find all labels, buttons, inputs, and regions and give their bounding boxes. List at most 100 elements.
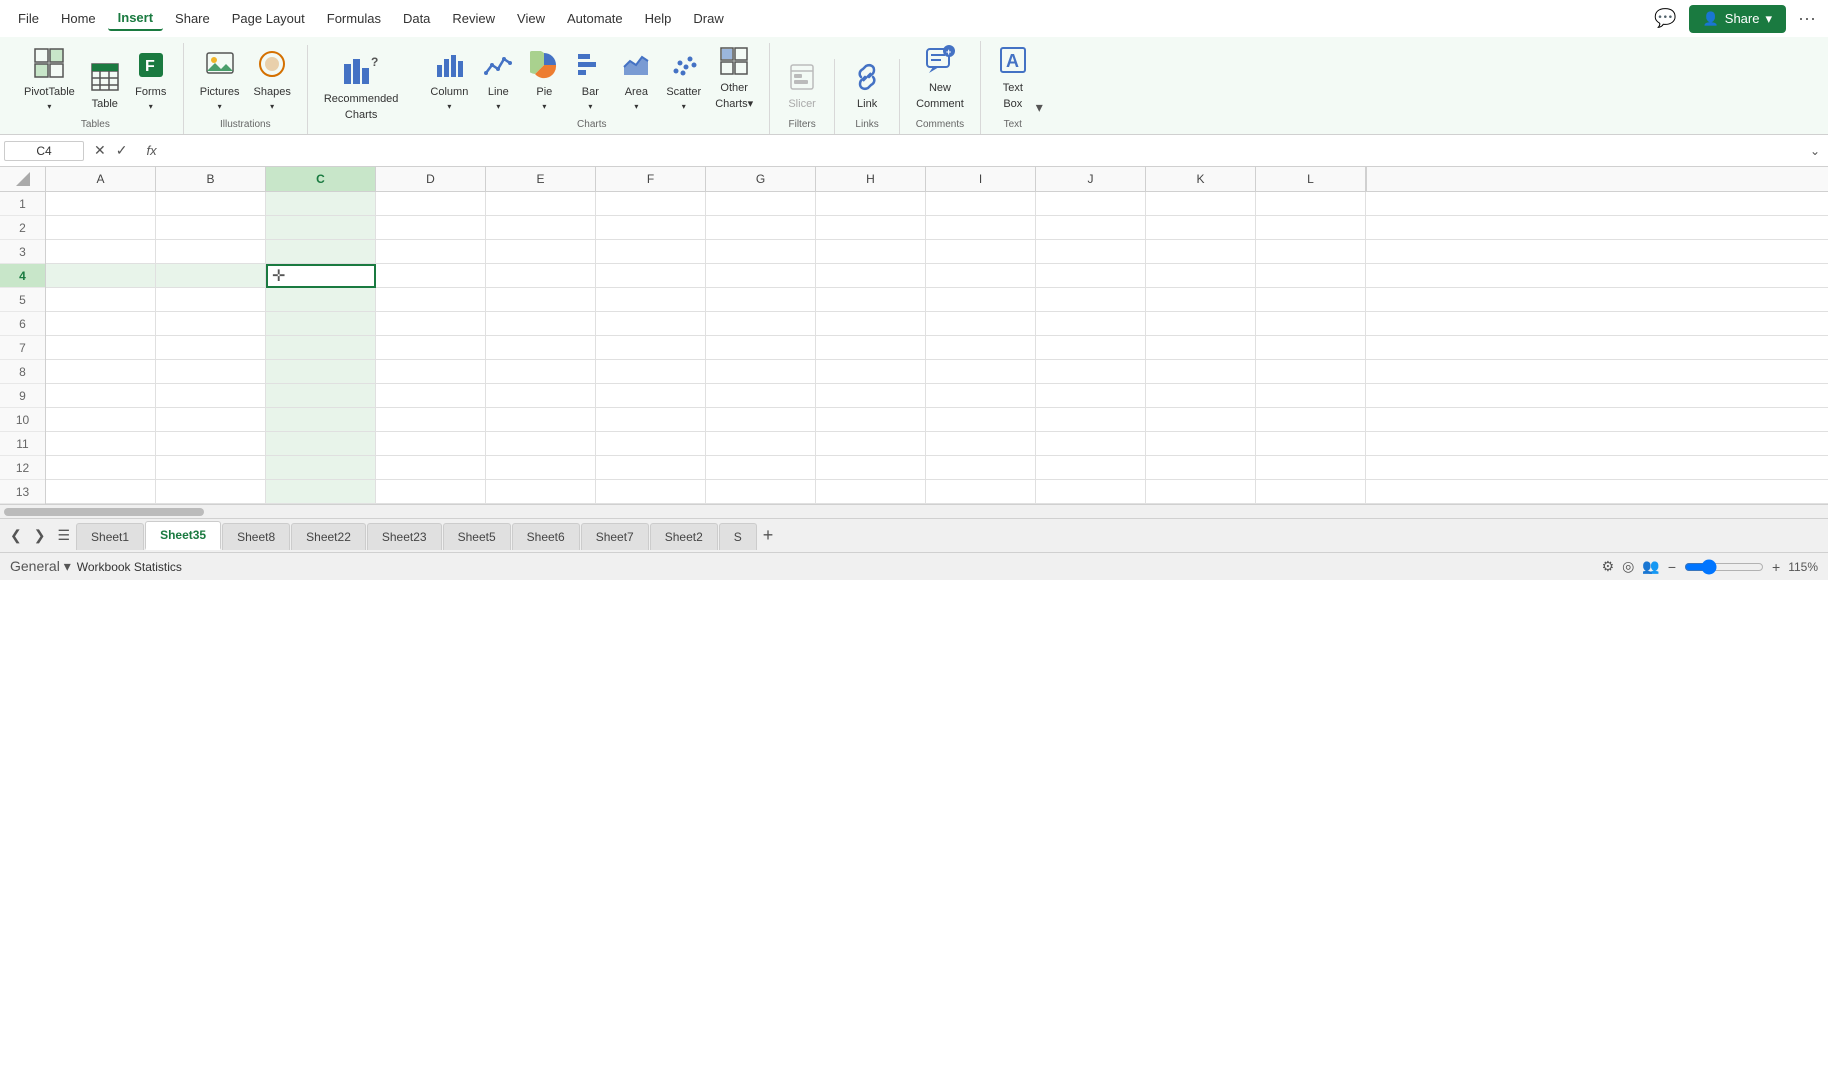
cell-I8[interactable] (926, 360, 1036, 384)
cell-E12[interactable] (486, 456, 596, 480)
cell-C13[interactable] (266, 480, 376, 504)
cell-A6[interactable] (46, 312, 156, 336)
cancel-formula-button[interactable]: ✕ (90, 140, 110, 161)
cell-L11[interactable] (1256, 432, 1366, 456)
cell-H11[interactable] (816, 432, 926, 456)
cell-H12[interactable] (816, 456, 926, 480)
menu-insert[interactable]: Insert (108, 6, 163, 31)
col-header-C[interactable]: C (266, 167, 376, 191)
cell-I6[interactable] (926, 312, 1036, 336)
cell-F2[interactable] (596, 216, 706, 240)
cell-B5[interactable] (156, 288, 266, 312)
cell-B8[interactable] (156, 360, 266, 384)
col-header-D[interactable]: D (376, 167, 486, 191)
cell-B3[interactable] (156, 240, 266, 264)
ribbon-expand-button[interactable]: ▾ (1036, 99, 1043, 116)
cell-G9[interactable] (706, 384, 816, 408)
row-num-5[interactable]: 5 (0, 288, 45, 312)
cell-G11[interactable] (706, 432, 816, 456)
bar-chart-button[interactable]: Bar ▾ (568, 47, 612, 115)
cell-H13[interactable] (816, 480, 926, 504)
cell-D11[interactable] (376, 432, 486, 456)
cell-K1[interactable] (1146, 192, 1256, 216)
cell-K7[interactable] (1146, 336, 1256, 360)
col-header-L[interactable]: L (1256, 167, 1366, 191)
cell-J12[interactable] (1036, 456, 1146, 480)
cell-A9[interactable] (46, 384, 156, 408)
menu-file[interactable]: File (8, 7, 49, 30)
link-button[interactable]: Link (845, 59, 889, 115)
menu-view[interactable]: View (507, 7, 555, 30)
cell-J2[interactable] (1036, 216, 1146, 240)
cell-A11[interactable] (46, 432, 156, 456)
menu-formulas[interactable]: Formulas (317, 7, 391, 30)
cell-C9[interactable] (266, 384, 376, 408)
row-num-6[interactable]: 6 (0, 312, 45, 336)
cell-C10[interactable] (266, 408, 376, 432)
sheet-nav-all[interactable]: ☰ (51, 523, 76, 548)
cell-F5[interactable] (596, 288, 706, 312)
cell-L6[interactable] (1256, 312, 1366, 336)
menu-automate[interactable]: Automate (557, 7, 633, 30)
cell-J8[interactable] (1036, 360, 1146, 384)
col-header-H[interactable]: H (816, 167, 926, 191)
cell-F4[interactable] (596, 264, 706, 288)
cell-F11[interactable] (596, 432, 706, 456)
cell-J9[interactable] (1036, 384, 1146, 408)
cell-I9[interactable] (926, 384, 1036, 408)
cell-G10[interactable] (706, 408, 816, 432)
menu-draw[interactable]: Draw (683, 7, 733, 30)
cell-G6[interactable] (706, 312, 816, 336)
cell-F1[interactable] (596, 192, 706, 216)
menu-page-layout[interactable]: Page Layout (222, 7, 315, 30)
cell-K4[interactable] (1146, 264, 1256, 288)
row-num-9[interactable]: 9 (0, 384, 45, 408)
cell-A8[interactable] (46, 360, 156, 384)
cell-L13[interactable] (1256, 480, 1366, 504)
cell-B1[interactable] (156, 192, 266, 216)
cell-K5[interactable] (1146, 288, 1256, 312)
cell-G3[interactable] (706, 240, 816, 264)
cell-K10[interactable] (1146, 408, 1256, 432)
cell-H6[interactable] (816, 312, 926, 336)
cell-J3[interactable] (1036, 240, 1146, 264)
row-num-10[interactable]: 10 (0, 408, 45, 432)
scroll-thumb-h[interactable] (4, 508, 204, 516)
cell-J4[interactable] (1036, 264, 1146, 288)
cell-E3[interactable] (486, 240, 596, 264)
cell-I12[interactable] (926, 456, 1036, 480)
settings-icon-btn[interactable]: ⚙ (1602, 558, 1615, 575)
cell-E8[interactable] (486, 360, 596, 384)
cell-D6[interactable] (376, 312, 486, 336)
cell-F13[interactable] (596, 480, 706, 504)
cell-B6[interactable] (156, 312, 266, 336)
cell-L10[interactable] (1256, 408, 1366, 432)
cell-B2[interactable] (156, 216, 266, 240)
line-chart-button[interactable]: Line ▾ (476, 47, 520, 115)
cell-H10[interactable] (816, 408, 926, 432)
cell-C12[interactable] (266, 456, 376, 480)
col-header-B[interactable]: B (156, 167, 266, 191)
cell-A13[interactable] (46, 480, 156, 504)
sheet-tab-sheet5[interactable]: Sheet5 (443, 523, 511, 550)
cell-F7[interactable] (596, 336, 706, 360)
cell-E5[interactable] (486, 288, 596, 312)
formula-input[interactable] (165, 144, 1806, 158)
cell-D2[interactable] (376, 216, 486, 240)
cell-K8[interactable] (1146, 360, 1256, 384)
cell-D3[interactable] (376, 240, 486, 264)
sheet-tab-sheet6[interactable]: Sheet6 (512, 523, 580, 550)
cell-A3[interactable] (46, 240, 156, 264)
cell-D8[interactable] (376, 360, 486, 384)
cell-F10[interactable] (596, 408, 706, 432)
cell-I7[interactable] (926, 336, 1036, 360)
cell-H8[interactable] (816, 360, 926, 384)
cell-L3[interactable] (1256, 240, 1366, 264)
cell-F9[interactable] (596, 384, 706, 408)
cell-L5[interactable] (1256, 288, 1366, 312)
confirm-formula-button[interactable]: ✓ (112, 140, 132, 161)
comment-icon-btn[interactable]: 💬 (1650, 4, 1680, 33)
cell-A10[interactable] (46, 408, 156, 432)
menu-help[interactable]: Help (635, 7, 682, 30)
cell-C7[interactable] (266, 336, 376, 360)
